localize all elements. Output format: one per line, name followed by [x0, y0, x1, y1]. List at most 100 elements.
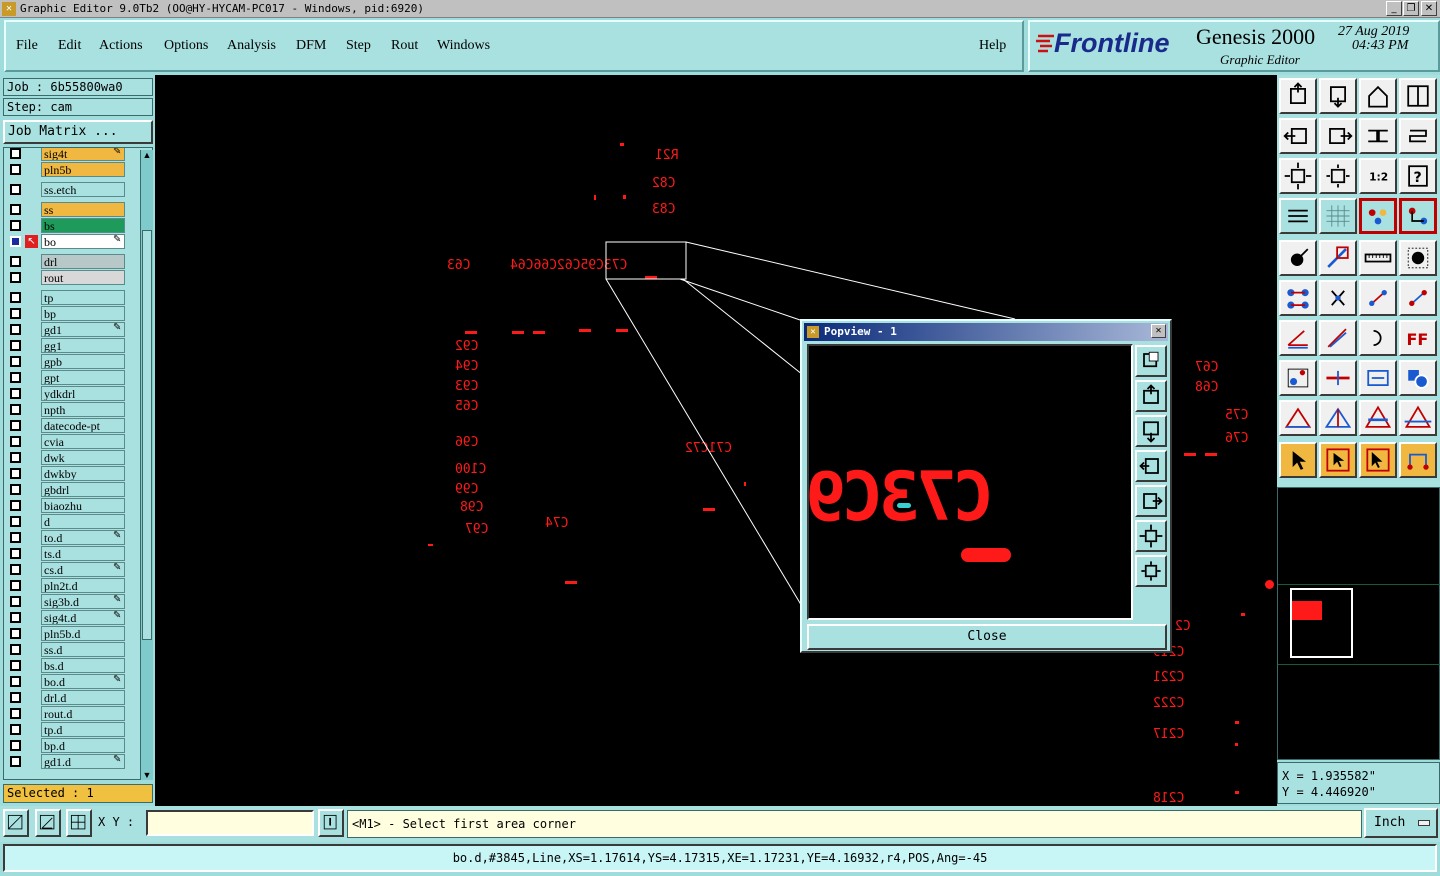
- layer-name[interactable]: npth: [41, 402, 125, 417]
- popview-close-icon[interactable]: ✕: [1151, 324, 1166, 338]
- pointer-icon[interactable]: [1279, 442, 1317, 478]
- layer-checkbox[interactable]: [10, 740, 21, 751]
- scroll-thumb[interactable]: [142, 230, 152, 640]
- layer-name[interactable]: ss: [41, 202, 125, 217]
- layer-row-sig4t[interactable]: sig4t ✎: [4, 148, 142, 161]
- layer-name[interactable]: cvia: [41, 434, 125, 449]
- layer-checkbox[interactable]: [10, 356, 21, 367]
- layer-name[interactable]: pln5b.d: [41, 626, 125, 641]
- text-edit-icon[interactable]: FF: [1399, 320, 1437, 356]
- layer-checkbox[interactable]: [10, 676, 21, 687]
- menu-analysis[interactable]: Analysis: [227, 38, 276, 54]
- popview-zoom-fit-icon[interactable]: [1135, 520, 1167, 552]
- scroll-up-icon[interactable]: ▲: [142, 150, 152, 160]
- minimize-button[interactable]: _: [1386, 1, 1402, 16]
- layer-row-pln2t-d[interactable]: pln2t.d: [4, 578, 142, 593]
- pad-select-icon[interactable]: [1279, 360, 1317, 396]
- layer-name[interactable]: datecode-pt: [41, 418, 125, 433]
- menu-rout[interactable]: Rout: [391, 38, 418, 54]
- popview-zoom-in-icon[interactable]: [1135, 345, 1167, 377]
- layer-checkbox[interactable]: [10, 204, 21, 215]
- pan-left-icon[interactable]: [1279, 118, 1317, 154]
- layer-checkbox[interactable]: [10, 580, 21, 591]
- unit-selector[interactable]: Inch: [1364, 808, 1438, 838]
- layer-row-gbdrl[interactable]: gbdrl: [4, 482, 142, 497]
- maximize-button[interactable]: ❐: [1403, 1, 1419, 16]
- mirror-icon[interactable]: [1359, 118, 1397, 154]
- line-move-icon[interactable]: [1319, 360, 1357, 396]
- pan-right-icon[interactable]: [1319, 118, 1357, 154]
- layer-row-pln5b-d[interactable]: pln5b.d: [4, 626, 142, 641]
- layer-checkbox[interactable]: [10, 628, 21, 639]
- popview-zoom-center-icon[interactable]: [1135, 555, 1167, 587]
- layer-checkbox[interactable]: [10, 340, 21, 351]
- layer-name[interactable]: pln5b: [41, 162, 125, 177]
- layer-row-gpt[interactable]: gpt: [4, 370, 142, 385]
- layer-name[interactable]: rout: [41, 270, 125, 285]
- layer-checkbox[interactable]: [10, 256, 21, 267]
- grid-icon[interactable]: [1319, 198, 1357, 234]
- layer-name[interactable]: ss.etch: [41, 182, 125, 197]
- layer-checkbox[interactable]: [10, 148, 21, 159]
- layer-name[interactable]: bp: [41, 306, 125, 321]
- layer-checkbox[interactable]: [10, 272, 21, 283]
- popview-zoom-home-icon[interactable]: [1135, 380, 1167, 412]
- tools-icon[interactable]: [1279, 198, 1317, 234]
- layer-checkbox[interactable]: [10, 644, 21, 655]
- add-line-icon[interactable]: [1319, 240, 1357, 276]
- move-node-icon[interactable]: [1359, 280, 1397, 316]
- help-icon[interactable]: ?: [1399, 158, 1437, 194]
- menu-dfm[interactable]: DFM: [296, 38, 326, 54]
- grid-mode-icon[interactable]: [66, 809, 92, 837]
- layer-row-rout-d[interactable]: rout.d: [4, 706, 142, 721]
- layer-checkbox[interactable]: [10, 484, 21, 495]
- rotate-icon[interactable]: [1399, 118, 1437, 154]
- select-pad-icon[interactable]: [1399, 240, 1437, 276]
- triangle-split-icon[interactable]: [1319, 400, 1357, 436]
- layer-row-gd1-d[interactable]: gd1.d ✎: [4, 754, 142, 769]
- layer-row-drl[interactable]: drl: [4, 254, 142, 269]
- layer-checkbox[interactable]: [10, 660, 21, 671]
- layer-checkbox[interactable]: [10, 292, 21, 303]
- window-split-icon[interactable]: [1399, 78, 1437, 114]
- layer-row-ss-etch[interactable]: ss.etch: [4, 182, 142, 197]
- layer-checkbox[interactable]: [10, 404, 21, 415]
- shapes-icon[interactable]: [1399, 360, 1437, 396]
- layer-checkbox[interactable]: [10, 564, 21, 575]
- layer-row-bs-d[interactable]: bs.d: [4, 658, 142, 673]
- add-node-icon[interactable]: [1399, 280, 1437, 316]
- layer-row-d[interactable]: d: [4, 514, 142, 529]
- layer-row-dwkby[interactable]: dwkby: [4, 466, 142, 481]
- layer-row-sig3b-d[interactable]: sig3b.d ✎: [4, 594, 142, 609]
- layer-checkbox[interactable]: [10, 516, 21, 527]
- popview-close-button[interactable]: Close: [807, 624, 1167, 650]
- arc-icon[interactable]: [1359, 320, 1397, 356]
- layer-row-dwk[interactable]: dwk: [4, 450, 142, 465]
- layer-row-tp-d[interactable]: tp.d: [4, 722, 142, 737]
- layer-row-ss[interactable]: ss: [4, 202, 142, 217]
- layer-row-tp[interactable]: tp: [4, 290, 142, 305]
- layer-row-ts-d[interactable]: ts.d: [4, 546, 142, 561]
- layer-checkbox[interactable]: [10, 388, 21, 399]
- layer-checkbox[interactable]: [10, 612, 21, 623]
- popview-pan-right-icon[interactable]: [1135, 485, 1167, 517]
- home-icon[interactable]: [1359, 78, 1397, 114]
- layer-name[interactable]: gg1: [41, 338, 125, 353]
- layer-row-npth[interactable]: npth: [4, 402, 142, 417]
- layer-row-bo-d[interactable]: bo.d ✎: [4, 674, 142, 689]
- layer-checkbox[interactable]: [10, 220, 21, 231]
- layer-row-rout[interactable]: rout: [4, 270, 142, 285]
- layer-checkbox[interactable]: [10, 372, 21, 383]
- snap-mode-icon[interactable]: [3, 809, 29, 837]
- popview-pan-down-icon[interactable]: [1135, 415, 1167, 447]
- layer-name[interactable]: dwkby: [41, 466, 125, 481]
- layer-name[interactable]: drl: [41, 254, 125, 269]
- layer-row-gpb[interactable]: gpb: [4, 354, 142, 369]
- pointer-select-icon[interactable]: [1359, 442, 1397, 478]
- layer-checkbox[interactable]: [10, 708, 21, 719]
- zoom-one-to-one-icon[interactable]: 1:2: [1359, 158, 1397, 194]
- layer-name[interactable]: gpt: [41, 370, 125, 385]
- layer-checkbox[interactable]: [10, 308, 21, 319]
- layer-row-bp-d[interactable]: bp.d: [4, 738, 142, 753]
- triangle-fill-icon[interactable]: [1399, 400, 1437, 436]
